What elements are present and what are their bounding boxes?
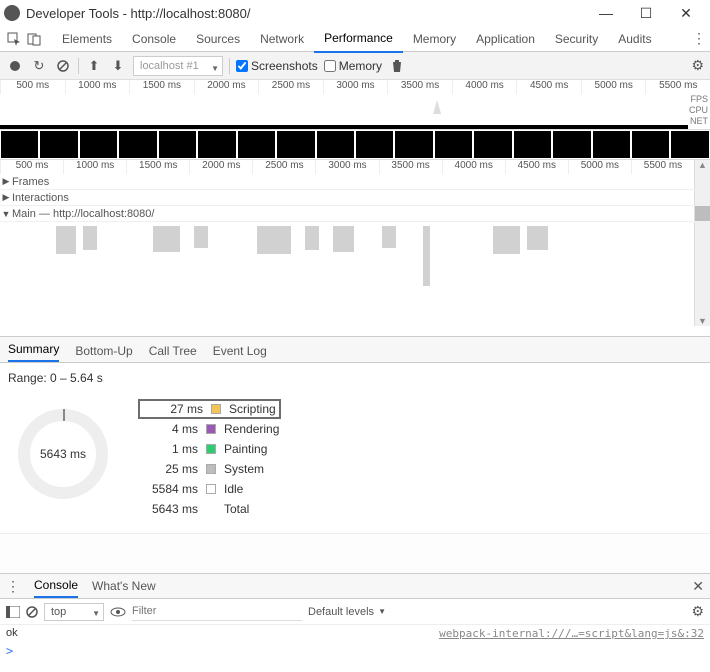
app-icon xyxy=(4,5,20,21)
flame-chart-area: 500 ms1000 ms1500 ms2000 ms2500 ms3000 m… xyxy=(0,160,710,337)
legend-row-system[interactable]: 25 ms System xyxy=(138,459,281,479)
drawer-close-icon[interactable]: ✕ xyxy=(692,578,704,595)
console-clear-icon[interactable] xyxy=(26,606,38,618)
minimize-button[interactable]: — xyxy=(586,0,626,26)
timeline-overview[interactable]: 500 ms1000 ms1500 ms2000 ms2500 ms3000 m… xyxy=(0,80,710,130)
screenshots-check-input[interactable] xyxy=(236,60,248,72)
chevron-right-icon[interactable]: ▶ xyxy=(0,176,12,187)
chevron-down-icon[interactable]: ▼ xyxy=(0,209,12,219)
swatch-rendering xyxy=(206,424,216,434)
tab-memory[interactable]: Memory xyxy=(403,26,466,52)
reload-icon[interactable]: ↻ xyxy=(30,57,48,75)
toolbar-divider xyxy=(78,58,79,74)
screenshot-filmstrip[interactable] xyxy=(0,130,710,160)
console-output: ok webpack-internal:///…=script&lang=js&… xyxy=(0,625,710,642)
tab-audits[interactable]: Audits xyxy=(608,26,661,52)
tab-security[interactable]: Security xyxy=(545,26,608,52)
summary-legend: 27 ms Scripting 4 ms Rendering 1 ms Pain… xyxy=(138,399,281,519)
console-message-row[interactable]: ok webpack-internal:///…=script&lang=js&… xyxy=(6,627,704,640)
tab-network[interactable]: Network xyxy=(250,26,314,52)
swatch-scripting xyxy=(211,404,221,414)
console-toolbar: top Default levels ⚙ xyxy=(0,599,710,625)
tab-application[interactable]: Application xyxy=(466,26,545,52)
tab-sources[interactable]: Sources xyxy=(186,26,250,52)
memory-check-input[interactable] xyxy=(324,60,336,72)
tab-console[interactable]: Console xyxy=(122,26,186,52)
legend-row-painting[interactable]: 1 ms Painting xyxy=(138,439,281,459)
console-source-link[interactable]: webpack-internal:///…=script&lang=js&:32 xyxy=(439,627,704,640)
console-sidebar-toggle-icon[interactable] xyxy=(6,606,20,618)
result-tab-summary[interactable]: Summary xyxy=(8,342,59,362)
window-title: Developer Tools - http://localhost:8080/ xyxy=(26,6,586,21)
summary-panel: Range: 0 – 5.64 s 5643 ms 27 ms Scriptin… xyxy=(0,363,710,533)
overview-ruler: 500 ms1000 ms1500 ms2000 ms2500 ms3000 m… xyxy=(0,80,710,94)
interactions-track[interactable]: ▶ Interactions xyxy=(0,190,710,206)
swatch-idle xyxy=(206,484,216,494)
console-levels-selector[interactable]: Default levels xyxy=(308,606,386,618)
net-strip xyxy=(0,125,688,129)
recording-selector[interactable]: localhost #1 xyxy=(133,56,223,76)
drawer-tab-console[interactable]: Console xyxy=(34,574,78,598)
maximize-button[interactable]: ☐ xyxy=(626,0,666,26)
clear-icon[interactable] xyxy=(54,57,72,75)
console-context-selector[interactable]: top xyxy=(44,603,104,621)
console-prompt[interactable]: > xyxy=(0,642,710,660)
close-button[interactable]: ✕ xyxy=(666,0,706,26)
flame-scroll-up-icon[interactable]: ▲ xyxy=(694,160,710,174)
drawer-more-icon[interactable]: ⋮ xyxy=(6,578,20,595)
main-flame-chart[interactable] xyxy=(0,222,694,326)
save-profile-icon[interactable]: ⬇ xyxy=(109,57,127,75)
inspect-element-icon[interactable] xyxy=(4,29,24,49)
performance-toolbar: ↻ ⬆ ⬇ localhost #1 Screenshots Memory ⚙ xyxy=(0,52,710,80)
legend-row-rendering[interactable]: 4 ms Rendering xyxy=(138,419,281,439)
drawer-tabbar: ⋮ Console What's New ✕ xyxy=(0,573,710,599)
panel-gap xyxy=(0,533,710,573)
live-expression-icon[interactable] xyxy=(110,607,126,617)
result-tab-bottomup[interactable]: Bottom-Up xyxy=(75,344,132,362)
gc-icon[interactable] xyxy=(388,57,406,75)
toolbar-divider xyxy=(229,58,230,74)
summary-donut-chart: 5643 ms xyxy=(18,409,108,499)
tab-elements[interactable]: Elements xyxy=(52,26,122,52)
swatch-system xyxy=(206,464,216,474)
devtools-tabbar: Elements Console Sources Network Perform… xyxy=(0,26,710,52)
legend-row-idle[interactable]: 5584 ms Idle xyxy=(138,479,281,499)
record-icon[interactable] xyxy=(6,57,24,75)
legend-row-scripting[interactable]: 27 ms Scripting xyxy=(138,399,281,419)
console-settings-gear-icon[interactable]: ⚙ xyxy=(691,603,704,620)
flame-ruler: 500 ms1000 ms1500 ms2000 ms2500 ms3000 m… xyxy=(0,160,694,174)
console-filter-input[interactable] xyxy=(132,603,302,621)
device-toolbar-icon[interactable] xyxy=(24,29,44,49)
settings-gear-icon[interactable]: ⚙ xyxy=(691,57,704,74)
main-track-header[interactable]: ▼ Main — http://localhost:8080/ xyxy=(0,206,710,222)
frames-track[interactable]: ▶ Frames xyxy=(0,174,710,190)
screenshots-checkbox[interactable]: Screenshots xyxy=(236,59,318,73)
drawer-tab-whatsnew[interactable]: What's New xyxy=(92,575,156,597)
overview-side-labels: FPSCPUNET xyxy=(689,94,708,127)
range-label: Range: 0 – 5.64 s xyxy=(8,371,702,385)
tab-performance[interactable]: Performance xyxy=(314,25,403,53)
load-profile-icon[interactable]: ⬆ xyxy=(85,57,103,75)
result-tab-calltree[interactable]: Call Tree xyxy=(149,344,197,362)
chevron-right-icon[interactable]: ▶ xyxy=(0,192,12,203)
more-options-icon[interactable]: ⋮ xyxy=(690,30,706,47)
result-tabs: Summary Bottom-Up Call Tree Event Log xyxy=(0,337,710,363)
result-tab-eventlog[interactable]: Event Log xyxy=(213,344,267,362)
memory-checkbox[interactable]: Memory xyxy=(324,59,382,73)
cpu-peak xyxy=(433,100,441,114)
swatch-painting xyxy=(206,444,216,454)
legend-row-total: 5643 ms Total xyxy=(138,499,281,519)
flame-scroll-down-icon[interactable]: ▼ xyxy=(694,222,710,326)
